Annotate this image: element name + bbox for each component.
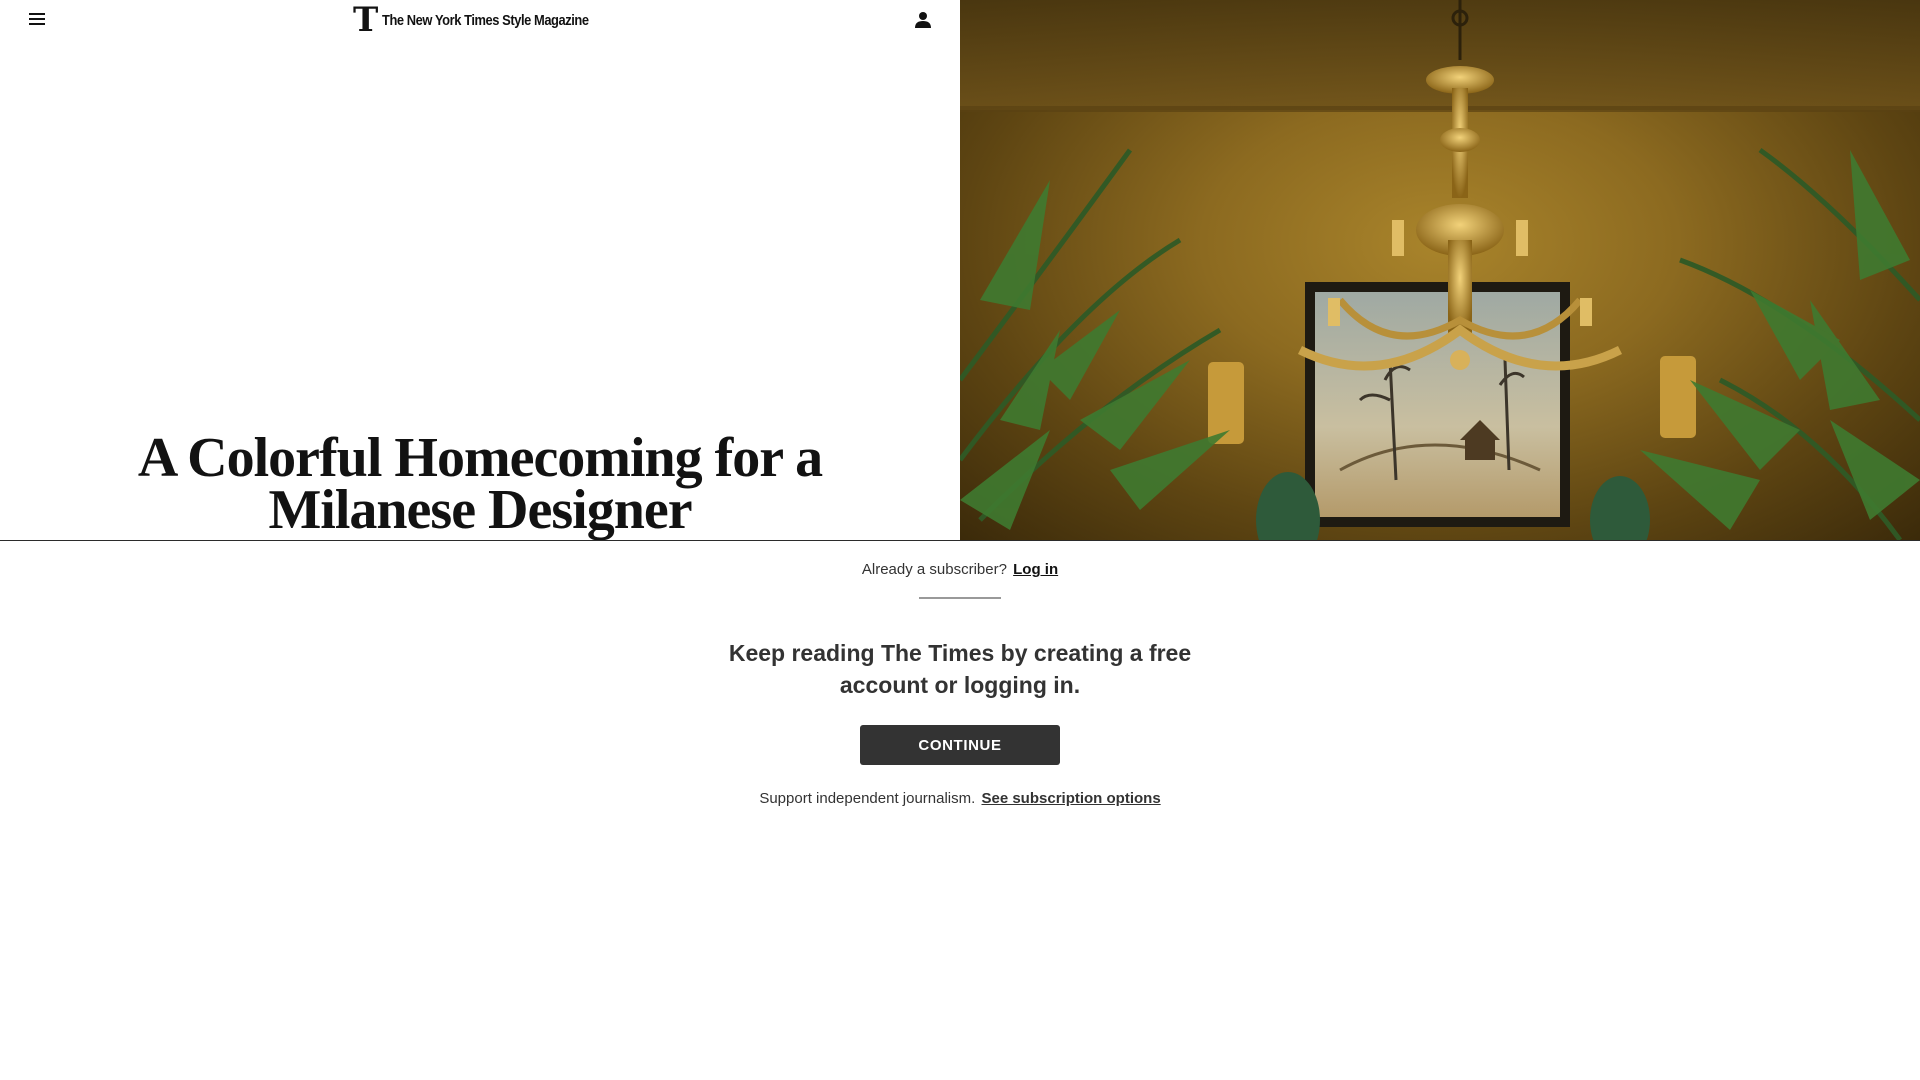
subscriber-prompt: Already a subscriber? [861, 561, 1007, 578]
gate-heading: Keep reading The Times by creating a fre… [728, 640, 1192, 698]
support-text: Support independent journalism. [759, 790, 976, 807]
person-icon [915, 12, 931, 28]
logo-wordmark: The New York Times Style Magazine [382, 11, 589, 29]
headline-panel: T The New York Times Style Magazine A Co… [0, 0, 960, 540]
log-in-link[interactable]: Log in [1013, 561, 1058, 578]
registration-gate: Already a subscriber? Log in Keep readin… [0, 541, 1920, 1080]
article-headline: A Colorful Homecoming for a Milanese Des… [60, 430, 900, 538]
subscription-options-link[interactable]: See subscription options [981, 790, 1160, 807]
continue-button[interactable]: CONTINUE [860, 725, 1060, 765]
hero-image [960, 0, 1920, 540]
hamburger-menu-icon [29, 13, 45, 25]
support-row: Support independent journalism. See subs… [0, 790, 1920, 807]
menu-button[interactable] [26, 9, 48, 29]
chandelier-photo [960, 0, 1920, 540]
subscriber-login-row: Already a subscriber? Log in [0, 561, 1920, 578]
account-button[interactable] [912, 8, 934, 32]
masthead: T The New York Times Style Magazine [0, 0, 960, 44]
tmagazine-logo[interactable]: T The New York Times Style Magazine [353, 0, 623, 40]
short-divider [919, 597, 1001, 599]
article-header: T The New York Times Style Magazine A Co… [0, 0, 1920, 540]
logo-mark: T [353, 0, 379, 40]
headline-line-2: Milanese Designer [268, 479, 692, 540]
